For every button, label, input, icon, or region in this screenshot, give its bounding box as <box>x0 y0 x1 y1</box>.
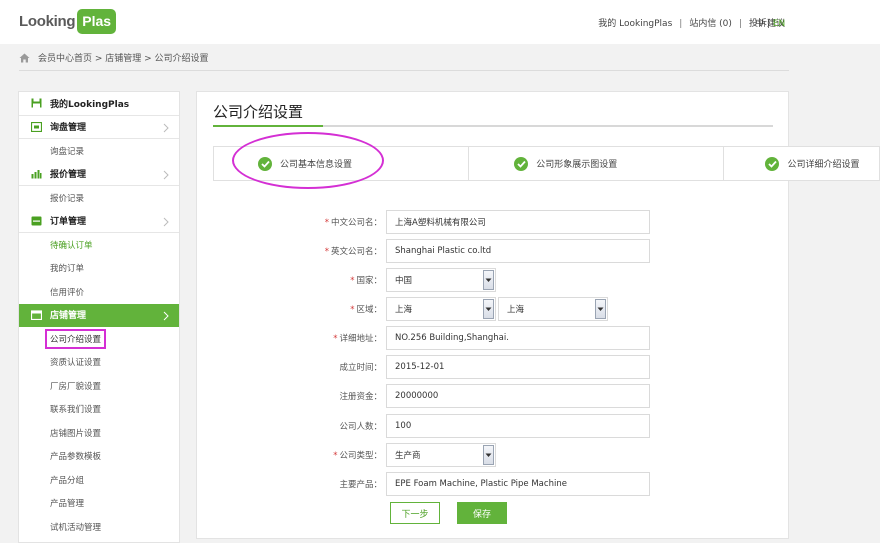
company-type-label: 公司类型： <box>339 451 382 461</box>
sidebar-item-inquiry[interactable]: 询盘管理 <box>19 116 179 139</box>
check-circle-icon <box>765 156 780 171</box>
lang-en[interactable]: EN <box>773 19 785 29</box>
breadcrumb: 会员中心首页 > 店铺管理 > 公司介绍设置 <box>19 51 209 64</box>
cn-name-input[interactable]: 上海A塑料机械有限公司 <box>386 210 650 234</box>
sidebar-item-orders[interactable]: 订单管理 <box>19 210 179 233</box>
sidebar-item-quote[interactable]: 报价管理 <box>19 163 179 186</box>
link-messages[interactable]: 站内信 (0) <box>689 19 732 29</box>
main-products-input[interactable]: EPE Foam Machine, Plastic Pipe Machine <box>386 472 650 496</box>
staff-count-input[interactable]: 100 <box>386 414 650 438</box>
form-row-founded: 成立时间： 2015-12-01 <box>280 355 650 379</box>
chevron-down-icon[interactable] <box>483 445 494 465</box>
check-circle-icon <box>514 156 529 171</box>
country-label: 国家： <box>356 276 382 286</box>
home-icon[interactable] <box>19 53 30 63</box>
link-my-lookingplas[interactable]: 我的 LookingPlas <box>598 19 672 29</box>
sidebar-subitem-certification[interactable]: 资质认证设置 <box>19 351 179 375</box>
country-select[interactable]: 中国 <box>386 268 496 292</box>
form-row-products: 主要产品： EPE Foam Machine, Plastic Pipe Mac… <box>280 472 650 496</box>
logo-text-looking: Looking <box>19 13 76 30</box>
sidebar-item-store[interactable]: 店铺管理 <box>19 303 179 327</box>
sidebar-subitem-inquiry-records[interactable]: 询盘记录 <box>19 139 179 163</box>
products-label: 主要产品： <box>339 480 382 490</box>
sidebar-subitem-my-orders[interactable]: 我的订单 <box>19 257 179 281</box>
logo[interactable]: Looking Plas <box>19 7 117 36</box>
form-row-en-name: * 英文公司名： Shanghai Plastic co.ltd <box>280 239 650 263</box>
form-row-cn-name: * 中文公司名： 上海A塑料机械有限公司 <box>280 210 650 234</box>
cn-name-label: 中文公司名： <box>330 218 382 228</box>
save-button[interactable]: 保存 <box>457 502 507 524</box>
sidebar-subitem-param-template[interactable]: 产品参数模板 <box>19 445 179 469</box>
form-row-country: * 国家： 中国 <box>280 268 496 292</box>
title-underline <box>213 125 773 127</box>
chevron-right-icon <box>163 217 169 226</box>
sidebar-subitem-contact[interactable]: 联系我们设置 <box>19 398 179 422</box>
next-step-button[interactable]: 下一步 <box>390 502 440 524</box>
company-type-select[interactable]: 生产商 <box>386 443 496 467</box>
order-icon <box>31 216 42 226</box>
founded-label: 成立时间： <box>339 363 382 373</box>
chevron-right-icon <box>163 311 169 320</box>
form-row-region: * 区域： 上海 上海 <box>280 297 608 321</box>
address-input[interactable]: NO.256 Building,Shanghai. <box>386 326 650 350</box>
chevron-down-icon[interactable] <box>483 270 494 290</box>
chevron-right-icon <box>163 123 169 132</box>
sidebar-title[interactable]: 我的LookingPlas <box>19 92 179 116</box>
form-row-capital: 注册资金： 20000000 <box>280 384 650 408</box>
sidebar-subitem-quote-records[interactable]: 报价记录 <box>19 186 179 210</box>
sidebar-subitem-pending-orders[interactable]: 待确认订单 <box>19 233 179 257</box>
founded-date-input[interactable]: 2015-12-01 <box>386 355 650 379</box>
staff-label: 公司人数： <box>339 422 382 432</box>
language-switch: 中 | EN <box>755 19 786 29</box>
capital-label: 注册资金： <box>339 392 382 402</box>
form-row-address: * 详细地址： NO.256 Building,Shanghai. <box>280 326 650 350</box>
sidebar-subitem-store-images[interactable]: 店铺图片设置 <box>19 421 179 445</box>
region-city-select[interactable]: 上海 <box>498 297 608 321</box>
save-icon <box>31 98 42 108</box>
sidebar-subitem-factory[interactable]: 厂房厂貌设置 <box>19 374 179 398</box>
breadcrumb-divider <box>19 70 789 71</box>
highlight-circle <box>232 132 384 189</box>
step-image-display[interactable]: 公司形象展示图设置 <box>469 147 725 180</box>
store-icon <box>31 310 42 320</box>
region-label: 区域： <box>356 305 382 315</box>
chevron-down-icon[interactable] <box>483 299 494 319</box>
en-name-input[interactable]: Shanghai Plastic co.ltd <box>386 239 650 263</box>
lang-zh[interactable]: 中 <box>755 19 764 29</box>
bar-chart-icon <box>31 169 42 179</box>
sidebar-subitem-company-intro[interactable]: 公司介绍设置 <box>19 327 179 351</box>
form-row-company-type: * 公司类型： 生产商 <box>280 443 496 467</box>
address-label: 详细地址： <box>339 334 382 344</box>
inquiry-icon <box>31 121 42 132</box>
chevron-right-icon <box>163 170 169 179</box>
breadcrumb-text[interactable]: 会员中心首页 > 店铺管理 > 公司介绍设置 <box>38 51 209 64</box>
capital-input[interactable]: 20000000 <box>386 384 650 408</box>
sidebar-subitem-trial-events[interactable]: 试机活动管理 <box>19 515 179 539</box>
sidebar: 我的LookingPlas 询盘管理 询盘记录 报价管理 报价记录 订单管理 待… <box>18 91 180 543</box>
chevron-down-icon[interactable] <box>595 299 606 319</box>
sidebar-subitem-product-manage[interactable]: 产品管理 <box>19 492 179 516</box>
region-province-select[interactable]: 上海 <box>386 297 496 321</box>
sidebar-subitem-product-groups[interactable]: 产品分组 <box>19 468 179 492</box>
en-name-label: 英文公司名： <box>330 247 382 257</box>
sidebar-subitem-credit-rating[interactable]: 信用评价 <box>19 280 179 304</box>
step-detailed-intro[interactable]: 公司详细介绍设置 <box>724 147 879 180</box>
top-bar: Looking Plas 我的 LookingPlas | 站内信 (0) | 投诉建议 … <box>0 0 880 44</box>
logo-text-plas: Plas <box>77 9 117 34</box>
page-title: 公司介绍设置 <box>213 103 304 121</box>
form-row-staff: 公司人数： 100 <box>280 414 650 438</box>
